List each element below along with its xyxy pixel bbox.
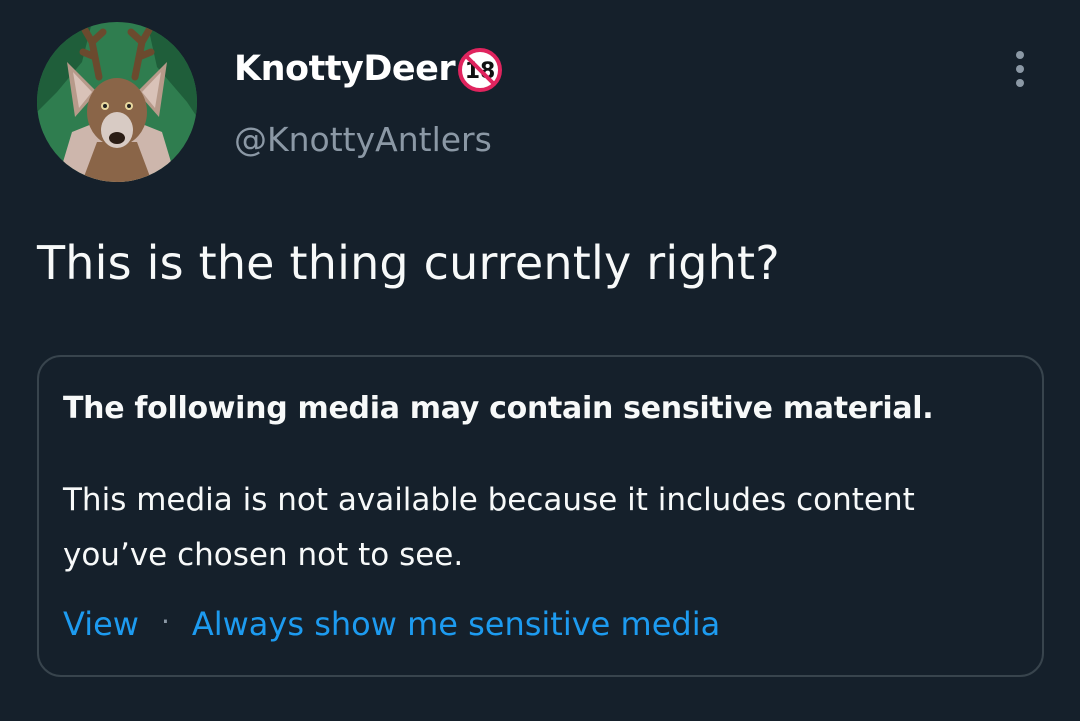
deer-avatar-image (37, 22, 197, 182)
tweet-text: This is the thing currently right? (37, 236, 780, 290)
more-dot (1016, 51, 1024, 59)
separator-dot: · (160, 604, 170, 638)
sensitive-media-actions: View · Always show me sensitive media (63, 604, 720, 644)
more-vertical-icon[interactable] (1000, 46, 1040, 92)
view-link[interactable]: View (63, 605, 139, 643)
age-restricted-icon: 18 (457, 47, 503, 93)
sensitive-media-card: The following media may contain sensitiv… (37, 355, 1044, 677)
avatar[interactable] (37, 22, 197, 182)
more-dot (1016, 79, 1024, 87)
handle[interactable]: @KnottyAntlers (234, 120, 492, 159)
author-name-row: KnottyDeer 18 (234, 44, 503, 94)
sensitive-media-body: This media is not available because it i… (63, 482, 915, 573)
always-show-sensitive-link[interactable]: Always show me sensitive media (192, 605, 720, 643)
sensitive-media-heading: The following media may contain sensitiv… (63, 391, 934, 426)
display-name[interactable]: KnottyDeer (234, 49, 456, 89)
more-dot (1016, 65, 1024, 73)
